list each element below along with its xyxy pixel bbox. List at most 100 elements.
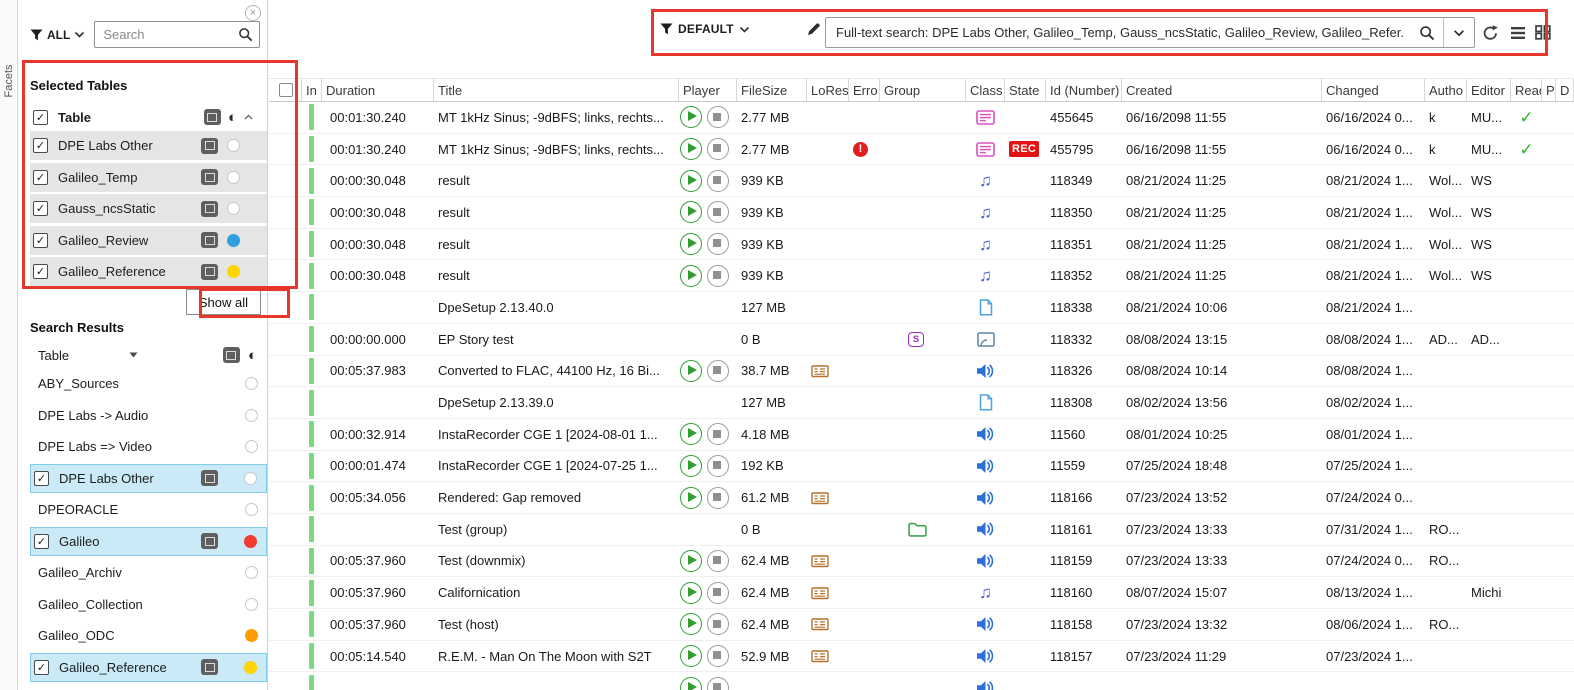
refresh-icon[interactable] [1482, 25, 1499, 41]
stop-button[interactable] [707, 582, 729, 604]
column-header-p[interactable]: P [1542, 79, 1556, 101]
facet-table-item[interactable]: ABY_Sources [30, 369, 267, 398]
stop-button[interactable] [707, 360, 729, 382]
chevron-down-icon[interactable] [1453, 29, 1465, 37]
facet-table-item[interactable]: ✓DPE Labs Other [30, 131, 267, 160]
play-button[interactable] [680, 645, 702, 667]
checkbox-checked[interactable]: ✓ [34, 534, 49, 549]
table-row[interactable]: 00:05:37.960Test (host)62.4 MB11815807/2… [269, 609, 1574, 641]
preset-filter-dropdown[interactable]: DEFAULT [660, 22, 750, 36]
column-header-filesize[interactable]: FileSize [737, 79, 807, 101]
facet-table-item[interactable]: ✓Galileo [30, 527, 267, 556]
show-all-button[interactable]: Show all [186, 289, 261, 315]
table-row[interactable]: 00:05:34.056Rendered: Gap removed61.2 MB… [269, 482, 1574, 514]
column-header-editor[interactable]: Editor [1467, 79, 1511, 101]
grid-view-icon[interactable] [1535, 25, 1551, 40]
select-all-checkbox[interactable] [279, 83, 293, 97]
table-row[interactable]: DpeSetup 2.13.40.0127 MB11833808/21/2024… [269, 292, 1574, 324]
facet-table-item[interactable]: ✓Galileo_Review [30, 226, 267, 255]
close-icon[interactable]: × [245, 5, 261, 21]
play-button[interactable] [680, 138, 702, 160]
stop-button[interactable] [707, 233, 729, 255]
column-header-group[interactable]: Group [880, 79, 966, 101]
table-row[interactable] [269, 672, 1574, 690]
stop-button[interactable] [707, 677, 729, 690]
play-button[interactable] [680, 487, 702, 509]
table-row[interactable]: 00:00:30.048result939 KB♫11835108/21/202… [269, 229, 1574, 261]
facet-table-item[interactable]: Galileo_Archiv [30, 558, 267, 587]
facet-table-item[interactable]: ✓Gauss_ncsStatic [30, 194, 267, 223]
table-row[interactable]: 00:05:37.960Californication62.4 MB♫11816… [269, 577, 1574, 609]
checkbox-checked[interactable]: ✓ [33, 201, 48, 216]
checkbox-checked[interactable]: ✓ [33, 110, 48, 125]
stop-button[interactable] [707, 645, 729, 667]
checkbox-checked[interactable]: ✓ [33, 264, 48, 279]
play-button[interactable] [680, 265, 702, 287]
column-header-player[interactable]: Player [679, 79, 737, 101]
table-row[interactable]: 00:00:30.048result939 KB♫11834908/21/202… [269, 165, 1574, 197]
list-view-icon[interactable] [1510, 26, 1526, 40]
checkbox-checked[interactable]: ✓ [33, 170, 48, 185]
facet-table-item[interactable]: ✓Galileo_Temp [30, 163, 267, 192]
stop-button[interactable] [707, 487, 729, 509]
play-button[interactable] [680, 455, 702, 477]
facet-table-item[interactable]: DPEORACLE [30, 495, 267, 524]
column-header-changed[interactable]: Changed [1322, 79, 1425, 101]
facet-table-item[interactable]: DPE Labs -> Audio [30, 401, 267, 430]
stop-button[interactable] [707, 455, 729, 477]
play-button[interactable] [680, 360, 702, 382]
stop-button[interactable] [707, 550, 729, 572]
table-row[interactable]: 00:00:00.000EP Story test0 BS11833208/08… [269, 324, 1574, 356]
play-button[interactable] [680, 550, 702, 572]
column-header-author[interactable]: Autho [1425, 79, 1467, 101]
search-icon[interactable] [238, 27, 253, 42]
play-button[interactable] [680, 106, 702, 128]
contrast-half-circle-icon[interactable]: ◐ [248, 348, 257, 363]
facet-search-input[interactable] [95, 27, 238, 42]
column-header-duration[interactable]: Duration [322, 79, 434, 101]
stop-button[interactable] [707, 106, 729, 128]
column-header-id[interactable]: Id (Number) [1046, 79, 1122, 101]
facet-table-item[interactable]: Galileo_Collection [30, 590, 267, 619]
stop-button[interactable] [707, 423, 729, 445]
facet-table-item[interactable]: DPE Labs => Video [30, 432, 267, 461]
search-icon[interactable] [1419, 25, 1435, 41]
play-button[interactable] [680, 201, 702, 223]
play-button[interactable] [680, 170, 702, 192]
table-row[interactable]: 00:05:14.540R.E.M. - Man On The Moon wit… [269, 641, 1574, 673]
checkbox-checked[interactable]: ✓ [33, 233, 48, 248]
table-row[interactable]: 00:00:01.474InstaRecorder CGE 1 [2024-07… [269, 451, 1574, 483]
stop-button[interactable] [707, 170, 729, 192]
table-row[interactable]: 00:05:37.983Converted to FLAC, 44100 Hz,… [269, 356, 1574, 388]
play-button[interactable] [680, 613, 702, 635]
column-header-sel[interactable] [272, 79, 302, 101]
column-header-in[interactable]: In [302, 79, 322, 101]
play-button[interactable] [680, 582, 702, 604]
facets-panel-tab[interactable]: Facets [0, 0, 18, 690]
column-header-title[interactable]: Title [434, 79, 679, 101]
fulltext-search-input[interactable] [826, 25, 1411, 40]
facet-table-item[interactable]: ✓DPE Labs Other [30, 464, 267, 493]
stop-button[interactable] [707, 265, 729, 287]
column-header-state[interactable]: State [1005, 79, 1046, 101]
checkbox-checked[interactable]: ✓ [34, 660, 49, 675]
column-header-read[interactable]: Read [1511, 79, 1542, 101]
table-row[interactable]: 00:00:30.048result939 KB♫11835208/21/202… [269, 260, 1574, 292]
play-button[interactable] [680, 677, 702, 690]
table-row[interactable]: 00:05:37.960Test (downmix)62.4 MB1181590… [269, 546, 1574, 578]
checkbox-checked[interactable]: ✓ [33, 138, 48, 153]
column-header-created[interactable]: Created [1122, 79, 1322, 101]
dropdown-caret-icon[interactable] [129, 352, 138, 358]
search-results-header[interactable]: Table ◐ [30, 341, 267, 369]
column-header-class[interactable]: Class [966, 79, 1005, 101]
stop-button[interactable] [707, 138, 729, 160]
contrast-half-circle-icon[interactable]: ◐ [228, 110, 237, 125]
stop-button[interactable] [707, 613, 729, 635]
table-row[interactable]: 00:01:30.240MT 1kHz Sinus; -9dBFS; links… [269, 134, 1574, 166]
table-row[interactable]: Test (group)0 B11816107/23/2024 13:3307/… [269, 514, 1574, 546]
facet-table-item[interactable]: ✓Galileo_Reference [30, 257, 267, 286]
edit-pencil-icon[interactable] [806, 21, 822, 37]
checkbox-checked[interactable]: ✓ [34, 471, 49, 486]
table-row[interactable]: DpeSetup 2.13.39.0127 MB11830808/02/2024… [269, 387, 1574, 419]
column-header-error[interactable]: Erro [849, 79, 880, 101]
